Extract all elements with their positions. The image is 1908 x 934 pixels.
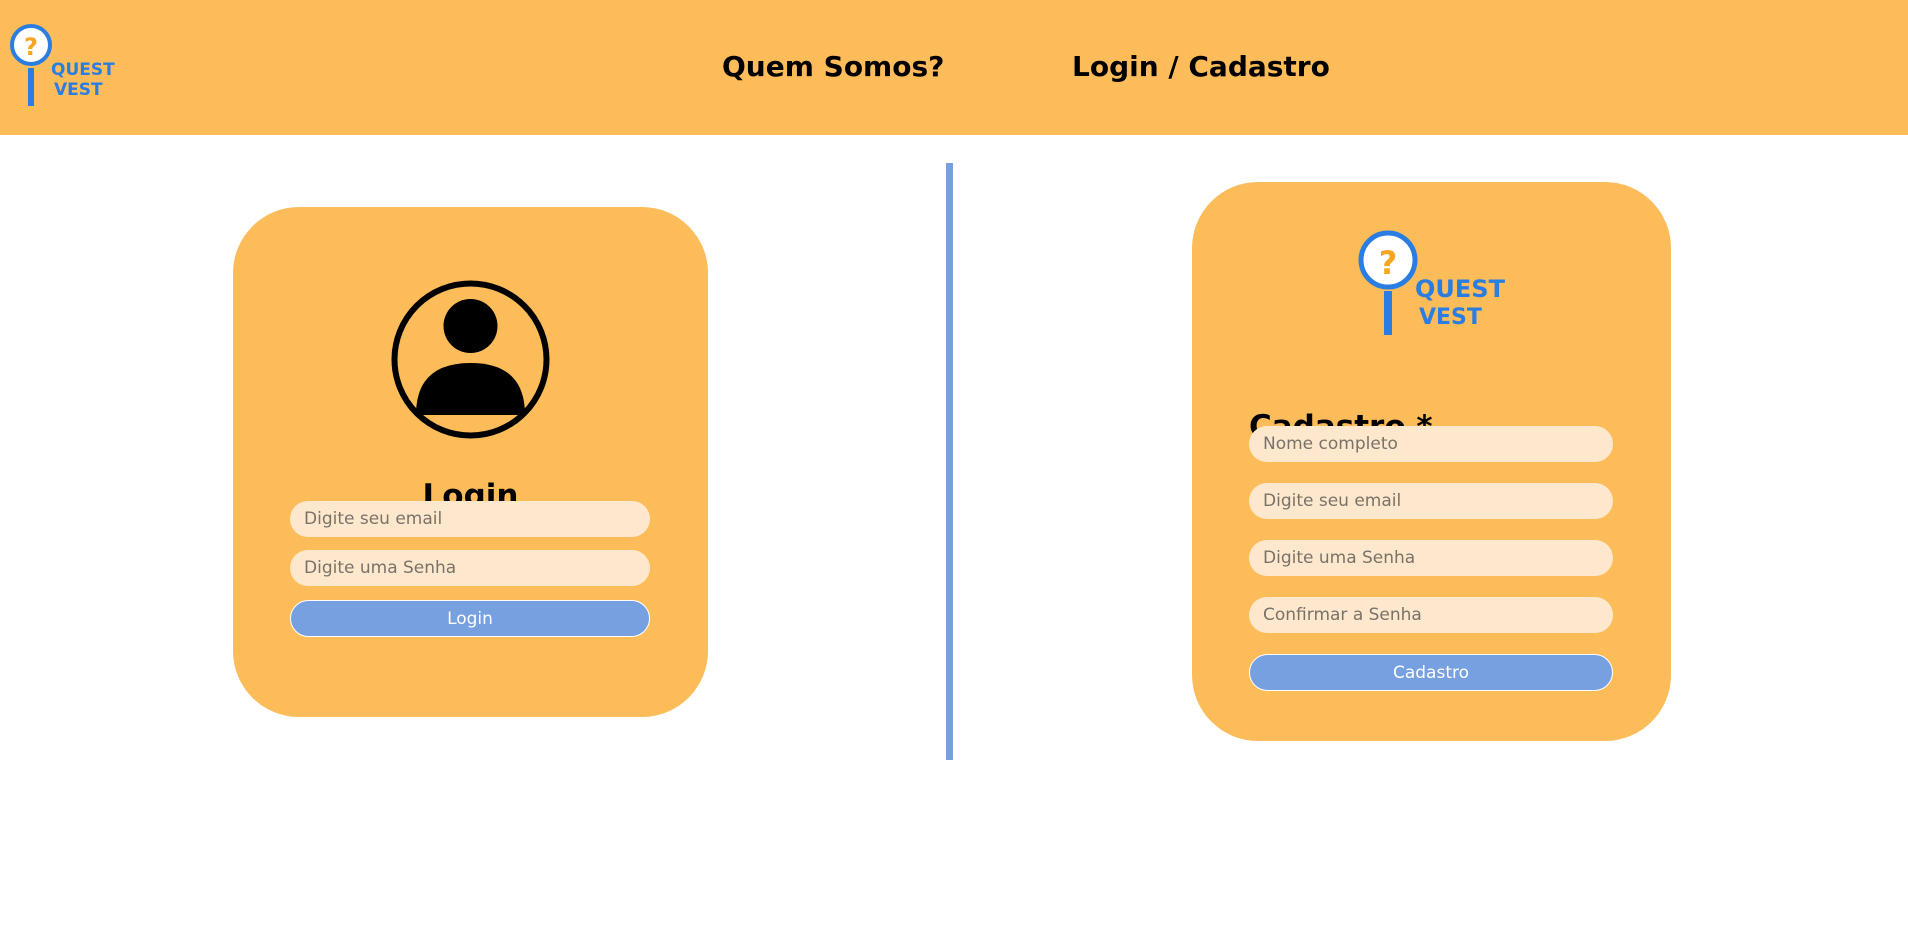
nav-about-link[interactable]: Quem Somos? bbox=[722, 50, 944, 84]
signup-email-input[interactable] bbox=[1249, 483, 1613, 519]
logo-text-line2: VEST bbox=[54, 80, 103, 100]
login-button[interactable]: Login bbox=[290, 600, 650, 637]
user-avatar-icon bbox=[391, 280, 550, 439]
nav-login-signup-link[interactable]: Login / Cadastro bbox=[1072, 50, 1330, 84]
top-header: ? QUEST VEST Quem Somos? Login / Cadastr… bbox=[0, 0, 1908, 135]
logo-text-line1: QUEST bbox=[1415, 275, 1506, 303]
login-password-input[interactable] bbox=[290, 550, 650, 586]
signup-button[interactable]: Cadastro bbox=[1249, 654, 1613, 691]
logo-text-line2: VEST bbox=[1419, 305, 1482, 330]
signup-confirm-password-input[interactable] bbox=[1249, 597, 1613, 633]
section-divider bbox=[946, 163, 953, 760]
signup-card: ? QUEST VEST Cadastro * Cadastro bbox=[1192, 182, 1671, 741]
login-card: Login Login bbox=[233, 207, 708, 717]
signup-name-input[interactable] bbox=[1249, 426, 1613, 462]
signup-quest-vest-logo: ? QUEST VEST bbox=[1357, 230, 1517, 350]
svg-text:?: ? bbox=[1379, 244, 1398, 282]
signup-password-input[interactable] bbox=[1249, 540, 1613, 576]
svg-text:?: ? bbox=[24, 33, 38, 61]
login-email-input[interactable] bbox=[290, 501, 650, 537]
quest-vest-logo[interactable]: ? QUEST VEST bbox=[8, 24, 120, 112]
logo-text-line1: QUEST bbox=[51, 60, 115, 80]
